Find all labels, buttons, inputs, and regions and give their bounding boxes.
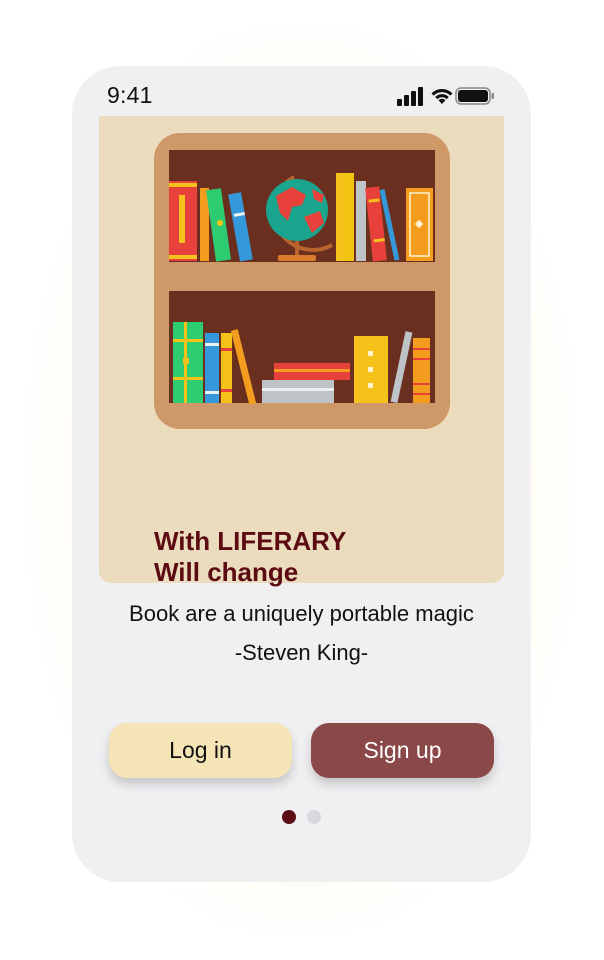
- signal-icon: [397, 87, 423, 106]
- signup-button[interactable]: Sign up: [311, 723, 494, 778]
- hero-title: With LIFERARY Will change: [154, 526, 346, 588]
- status-time: 9:41: [107, 82, 153, 108]
- wifi-icon: [431, 89, 453, 104]
- phone-frame: 9:41 With LIFERARY Will change Book are …: [72, 66, 531, 882]
- page-dot-active[interactable]: [282, 810, 296, 824]
- bookshelf-illustration: [154, 133, 450, 429]
- quote-author: -Steven King-: [234, 640, 369, 665]
- quote-text: Book are a uniquely portable magic: [129, 601, 474, 626]
- battery-icon: [455, 87, 494, 105]
- login-button[interactable]: Log in: [109, 723, 292, 778]
- hero-card: With LIFERARY Will change: [99, 116, 504, 587]
- hero-title-line-1: With LIFERARY: [154, 526, 347, 556]
- hero-title-line-2: Will change: [154, 557, 299, 587]
- page-indicator: [72, 810, 531, 824]
- page-dot-inactive[interactable]: [307, 810, 321, 824]
- status-bar: 9:41: [72, 66, 531, 118]
